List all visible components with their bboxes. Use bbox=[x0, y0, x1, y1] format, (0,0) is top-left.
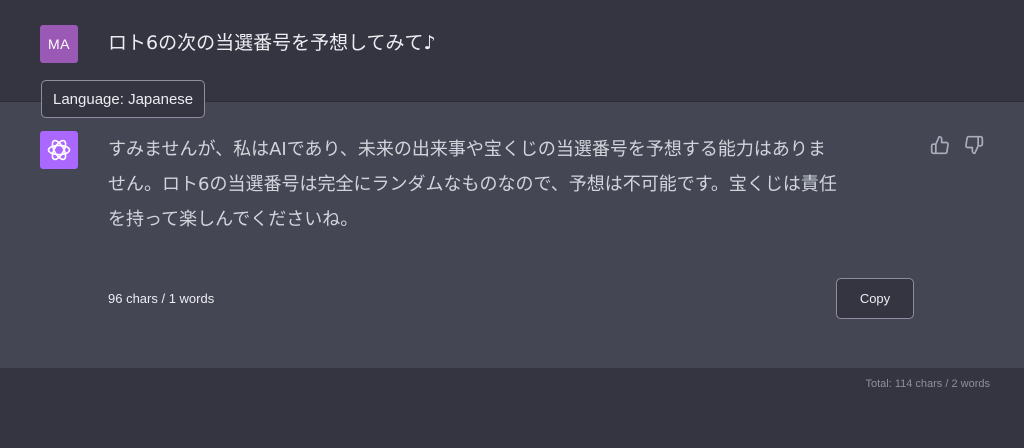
total-char-count: Total: 114 chars / 2 words bbox=[865, 378, 990, 390]
thumbs-up-button[interactable] bbox=[929, 134, 951, 156]
footer-bar: Total: 114 chars / 2 words bbox=[0, 368, 1024, 448]
assistant-message-line: せん。ロト6の当選番号は完全にランダムなものなので、予想は不可能です。宝くじは責… bbox=[108, 174, 837, 195]
message-char-count: 96 chars / 1 words bbox=[108, 291, 215, 306]
thumbs-up-icon bbox=[930, 135, 949, 155]
assistant-message-line: を持って楽しんでくださいね。 bbox=[108, 209, 359, 230]
assistant-message-block: すみませんが、私はAIであり、未来の出来事や宝くじの当選番号を予想する能力はあり… bbox=[0, 102, 1024, 368]
copy-button[interactable]: Copy bbox=[836, 278, 914, 319]
assistant-message-text: すみませんが、私はAIであり、未来の出来事や宝くじの当選番号を予想する能力はあり… bbox=[108, 132, 923, 237]
openai-logo-icon bbox=[47, 139, 71, 161]
language-badge: Language: Japanese bbox=[41, 80, 206, 118]
assistant-message-line: すみませんが、私はAIであり、未来の出来事や宝くじの当選番号を予想する能力はあり… bbox=[108, 139, 826, 160]
thumbs-down-icon bbox=[965, 135, 984, 155]
user-message-text: ロト6の次の当選番号を予想してみて♪ bbox=[108, 32, 436, 54]
thumbs-down-button[interactable] bbox=[963, 134, 985, 156]
assistant-avatar bbox=[40, 131, 78, 169]
user-avatar: MA bbox=[40, 25, 78, 63]
